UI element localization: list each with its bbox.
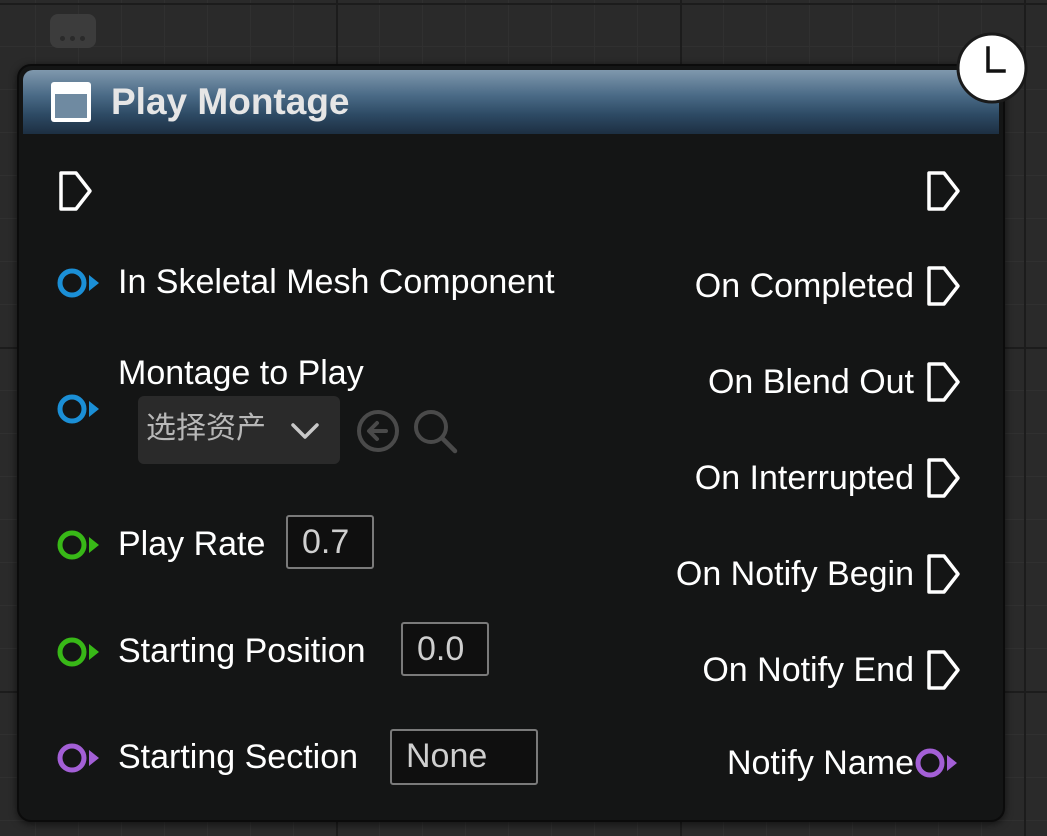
function-node-icon [51,82,91,122]
on-notify-begin-pin[interactable] [924,552,964,596]
comment-dot [80,36,85,41]
exec-out-pin[interactable] [924,169,964,213]
node-title: Play Montage [111,81,350,122]
starting-section-label: Starting Section [118,738,359,776]
notify-name-pin[interactable] [914,745,962,781]
play-montage-node[interactable]: Play Montage In Skeletal Mesh Component … [17,64,1005,822]
notify-name-label: Notify Name [726,744,914,782]
clock-icon [956,32,1028,104]
starting-section-pin[interactable] [56,740,104,776]
skeletal-mesh-pin[interactable] [56,265,104,301]
arrow-left-circle-icon[interactable] [354,407,402,455]
asset-picker-value: 选择资产 [146,412,266,445]
comment-bubble-icon[interactable] [50,14,96,48]
starting-position-pin[interactable] [56,634,104,670]
starting-position-input[interactable]: 0.0 [401,622,489,676]
play-rate-pin[interactable] [56,527,104,563]
asset-picker-dropdown[interactable]: 选择资产 [138,396,340,464]
starting-position-label: Starting Position [118,632,366,670]
chevron-down-icon [291,423,319,439]
skeletal-mesh-label: In Skeletal Mesh Component [118,263,555,301]
montage-label: Montage to Play [118,354,364,392]
exec-in-pin[interactable] [56,169,96,213]
on-interrupted-label: On Interrupted [694,459,914,497]
on-notify-begin-label: On Notify Begin [675,555,914,593]
on-interrupted-pin[interactable] [924,456,964,500]
comment-dot [60,36,65,41]
on-blend-out-label: On Blend Out [707,363,914,401]
montage-pin[interactable] [56,391,104,427]
play-rate-input[interactable]: 0.7 [286,515,374,569]
search-icon[interactable] [411,407,459,455]
play-rate-label: Play Rate [118,525,266,563]
on-blend-out-pin[interactable] [924,360,964,404]
starting-section-input[interactable]: None [390,729,538,785]
on-notify-end-pin[interactable] [924,648,964,692]
node-header[interactable]: Play Montage [23,70,999,134]
on-completed-pin[interactable] [924,264,964,308]
on-notify-end-label: On Notify End [702,651,914,689]
on-completed-label: On Completed [694,267,914,305]
comment-dot [70,36,75,41]
